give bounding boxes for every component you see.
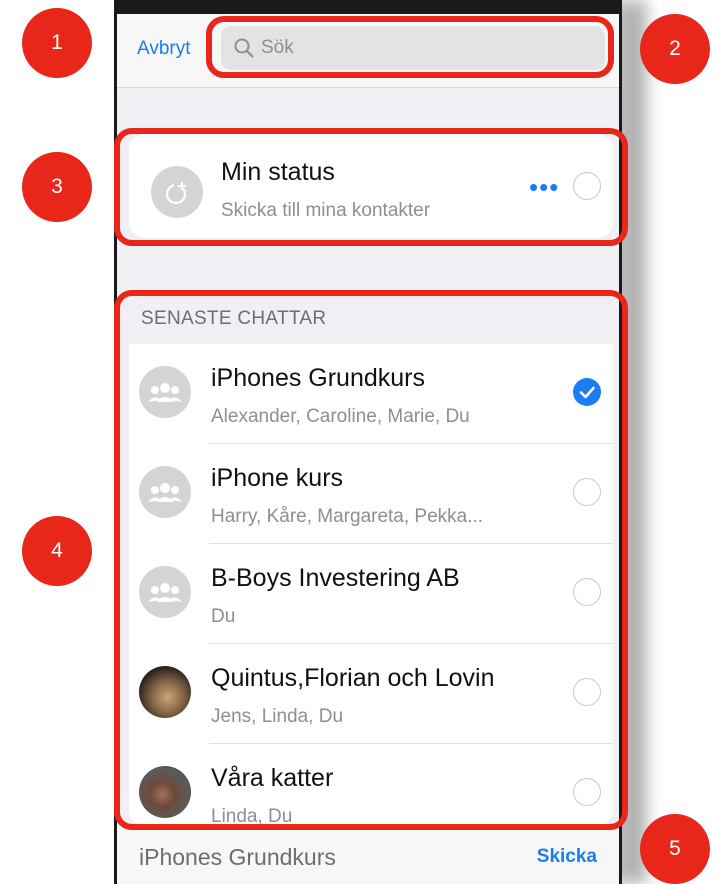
cancel-button[interactable]: Avbryt — [137, 38, 191, 60]
status-bar — [117, 0, 619, 14]
highlight-status — [114, 128, 628, 246]
highlight-search — [206, 16, 614, 78]
selected-recipients: iPhones Grundkurs — [139, 844, 336, 870]
callout-1: 1 — [22, 8, 92, 78]
highlight-chats — [114, 290, 628, 830]
callout-2: 2 — [640, 14, 710, 84]
send-button[interactable]: Skicka — [537, 846, 597, 868]
callout-4: 4 — [22, 516, 92, 586]
callout-3: 3 — [22, 152, 92, 222]
callout-5: 5 — [640, 814, 710, 884]
send-bar: iPhones Grundkurs Skicka — [117, 826, 619, 884]
